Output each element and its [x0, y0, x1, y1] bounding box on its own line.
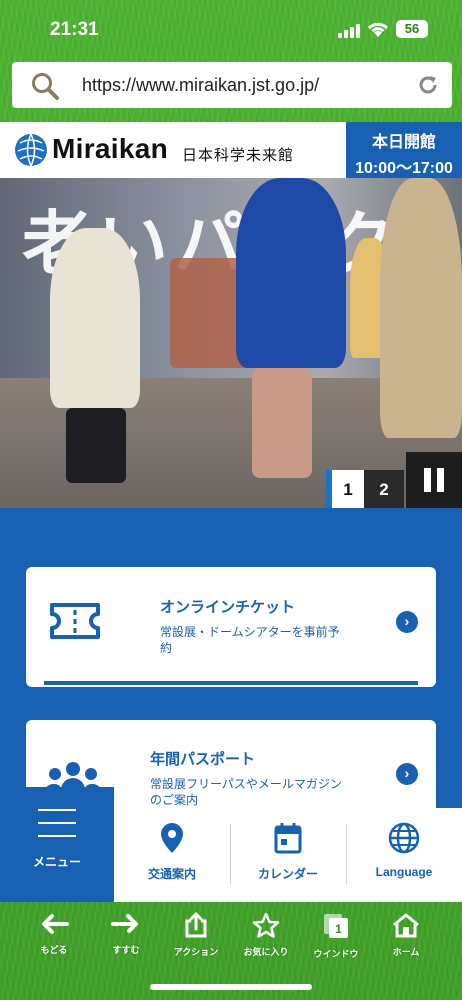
- online-ticket-card[interactable]: オンラインチケット 常設展・ドームシアターを事前予約 ›: [26, 567, 436, 687]
- home-label: ホーム: [392, 947, 420, 957]
- hours-label: 本日開館: [371, 134, 436, 151]
- back-arrow-icon: [42, 914, 69, 934]
- url-text[interactable]: https://www.miraikan.jst.go.jp/: [82, 75, 319, 96]
- card-underline: [44, 681, 418, 685]
- signal-icon: [338, 22, 360, 38]
- forward-arrow-icon: [111, 914, 138, 934]
- nav-access-label: 交通案内: [147, 867, 196, 881]
- nav-calendar-label: カレンダー: [257, 867, 318, 881]
- person-woman-figure: [236, 178, 346, 368]
- site-logo[interactable]: Miraikan: [52, 133, 168, 165]
- home-button[interactable]: ホーム: [376, 912, 436, 958]
- nav-calendar[interactable]: カレンダー: [230, 822, 346, 882]
- browser-toolbar: もどる すすむ アクション お気に入り 1 ウインドウ ホーム: [0, 906, 462, 966]
- nav-language[interactable]: Language: [346, 822, 462, 879]
- calendar-icon: [274, 823, 302, 854]
- home-icon: [393, 913, 419, 938]
- miraikan-globe-icon[interactable]: [14, 133, 48, 167]
- favorites-label: お気に入り: [243, 947, 289, 957]
- card-description: 常設展・ドームシアターを事前予約: [160, 625, 340, 655]
- status-time: 21:31: [50, 19, 99, 40]
- hero-carousel[interactable]: 老いパーク: [0, 178, 462, 508]
- person-woman-legs: [252, 368, 312, 478]
- person-child-figure: [50, 228, 140, 408]
- home-indicator: [150, 984, 312, 990]
- reload-icon[interactable]: [416, 73, 440, 97]
- share-label: アクション: [173, 947, 219, 957]
- star-icon: [252, 912, 280, 938]
- address-bar[interactable]: https://www.miraikan.jst.go.jp/: [12, 62, 452, 108]
- main-section: オンラインチケット 常設展・ドームシアターを事前予約 › 年間パスポート 常設展…: [0, 508, 462, 820]
- opening-hours-badge[interactable]: 本日開館 10:00〜17:00: [346, 122, 462, 178]
- menu-label: メニュー: [32, 855, 81, 869]
- battery-indicator: 56: [396, 20, 428, 38]
- hours-value: 10:00〜17:00: [355, 160, 453, 177]
- windows-icon: 1: [324, 914, 348, 938]
- forward-label: すすむ: [112, 945, 140, 955]
- menu-button[interactable]: メニュー: [0, 787, 114, 902]
- hamburger-icon: [38, 809, 76, 848]
- share-button[interactable]: アクション: [166, 911, 226, 958]
- windows-label: ウインドウ: [313, 949, 359, 959]
- globe-icon: [388, 822, 420, 854]
- windows-count: 1: [335, 922, 342, 936]
- card-title: オンラインチケット: [160, 599, 296, 616]
- windows-button[interactable]: 1 ウインドウ: [306, 912, 366, 960]
- chevron-right-icon: ›: [396, 611, 418, 633]
- ticket-icon: [50, 603, 100, 639]
- nav-language-label: Language: [375, 865, 433, 879]
- status-bar: 21:31 56: [0, 0, 462, 58]
- wifi-icon: [367, 22, 389, 37]
- carousel-page-1[interactable]: 1: [326, 470, 364, 508]
- carousel-pager: 1 2: [326, 470, 404, 508]
- site-logo-subtitle: 日本科学未来館: [182, 147, 295, 164]
- chevron-right-icon: ›: [396, 763, 418, 785]
- person-child-legs: [66, 408, 126, 483]
- forward-button[interactable]: すすむ: [96, 912, 156, 956]
- card-title: 年間パスポート: [150, 751, 256, 768]
- favorites-button[interactable]: お気に入り: [236, 912, 296, 958]
- back-label: もどる: [40, 945, 68, 955]
- carousel-page-2[interactable]: 2: [364, 470, 404, 508]
- carousel-pause-button[interactable]: [406, 452, 462, 508]
- search-icon: [32, 73, 59, 100]
- back-button[interactable]: もどる: [24, 912, 84, 956]
- card-description: 常設展フリーパスやメールマガジンのご案内: [150, 777, 342, 807]
- location-pin-icon: [161, 823, 183, 853]
- share-icon: [185, 911, 207, 938]
- person-man-figure: [380, 178, 462, 438]
- site-header: Miraikan 日本科学未来館 本日開館 10:00〜17:00: [0, 122, 462, 178]
- nav-access[interactable]: 交通案内: [114, 822, 230, 882]
